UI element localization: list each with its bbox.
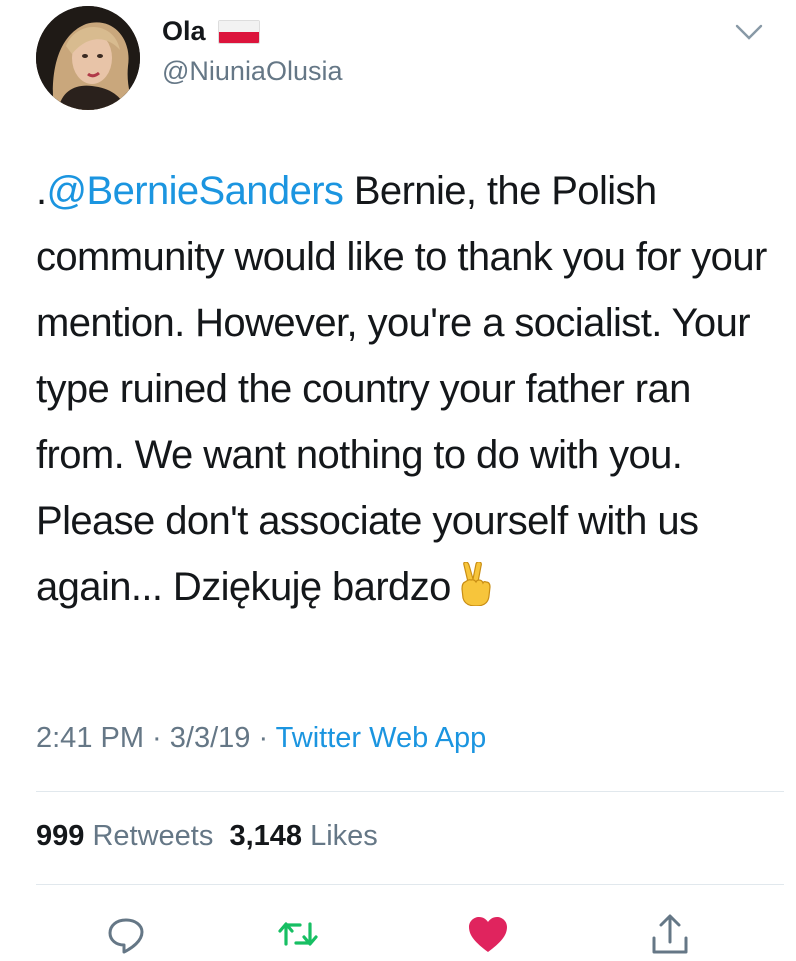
share-icon[interactable]	[648, 912, 692, 956]
avatar[interactable]	[36, 6, 140, 110]
tweet-date: 3/3/19	[169, 722, 251, 754]
retweets-count[interactable]: 999	[36, 820, 84, 852]
tweet-source-link[interactable]: Twitter Web App	[276, 722, 487, 754]
divider	[36, 791, 784, 792]
likes-count[interactable]: 3,148	[229, 820, 302, 852]
tweet-time: 2:41 PM	[36, 722, 144, 754]
author-name-row: Ola	[162, 16, 260, 47]
retweet-icon[interactable]	[276, 912, 320, 956]
meta-separator: ·	[250, 722, 276, 754]
poland-flag-icon	[217, 19, 260, 44]
tweet-prefix: .	[36, 169, 47, 213]
tweet-meta: 2:41 PM · 3/3/19 · Twitter Web App	[36, 722, 486, 755]
heart-icon[interactable]	[466, 912, 510, 956]
retweets-label[interactable]: Retweets	[92, 820, 213, 852]
tweet-stats: 999 Retweets 3,148 Likes	[36, 820, 378, 853]
victory-hand-icon	[459, 560, 493, 626]
user-handle[interactable]: @NiuniaOlusia	[162, 56, 342, 87]
likes-label[interactable]: Likes	[310, 820, 378, 852]
tweet-text: .@BernieSanders Bernie, the Polish commu…	[36, 158, 776, 626]
display-name[interactable]: Ola	[162, 16, 206, 47]
chevron-down-icon[interactable]	[733, 20, 765, 44]
avatar-image	[36, 6, 140, 110]
reply-icon[interactable]	[104, 912, 148, 956]
divider	[36, 884, 784, 885]
tweet-body: Bernie, the Polish community would like …	[36, 169, 767, 609]
meta-separator: ·	[144, 722, 170, 754]
mention-link[interactable]: @BernieSanders	[47, 169, 344, 213]
